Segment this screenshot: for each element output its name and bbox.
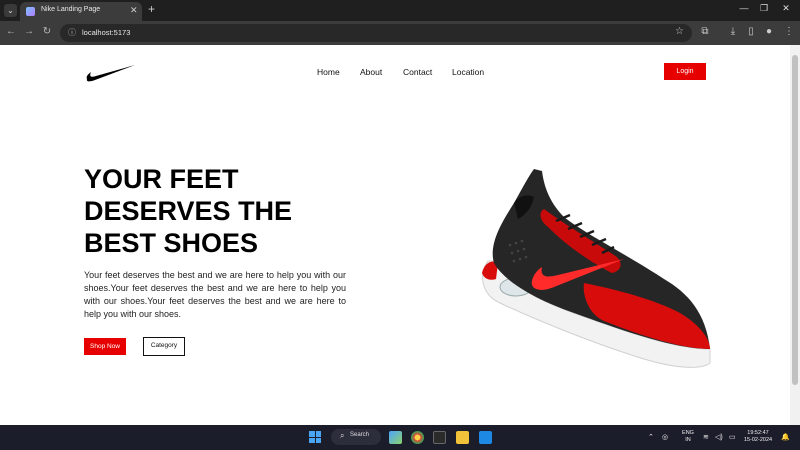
shop-now-button[interactable]: Shop Now (84, 338, 126, 355)
new-tab-icon[interactable]: + (148, 2, 155, 16)
terminal-app-icon[interactable] (433, 431, 446, 444)
browser-tab[interactable]: Nike Landing Page ✕ (20, 2, 142, 21)
widgets-app-icon[interactable] (389, 431, 402, 444)
site-info-icon[interactable]: ⓘ (68, 27, 76, 38)
hero-shoe-image (482, 169, 711, 368)
login-button[interactable]: Login (664, 63, 706, 80)
extensions-icon[interactable]: ⧉ (698, 26, 712, 37)
nike-swoosh-logo-icon[interactable] (86, 63, 136, 83)
maximize-icon[interactable]: ❐ (754, 3, 774, 14)
window-close-icon[interactable]: ✕ (776, 3, 796, 14)
nav-link-contact[interactable]: Contact (403, 67, 432, 77)
browser-toolbar: ← → ↻ ⓘ localhost:5173 ☆ ⧉ ⤓ ▯ ● ⋮ (0, 21, 800, 45)
clock-date: 15-02-2024 (743, 437, 773, 443)
bookmark-star-icon[interactable]: ☆ (675, 26, 684, 37)
file-explorer-app-icon[interactable] (456, 431, 469, 444)
wifi-icon[interactable]: ≋ (703, 433, 709, 441)
browser-menu-icon[interactable]: ⋮ (782, 26, 796, 37)
windows-taskbar: ⌕ Search ⌃ ◎ ENG IN ≋ ◁) ▭ 19:52:47 15-0… (0, 425, 800, 450)
back-icon[interactable]: ← (4, 26, 18, 37)
clock-time: 19:52:47 (747, 430, 769, 436)
taskbar-search-label: Search (350, 432, 370, 438)
hero-title: YOUR FEET DESERVES THE BEST SHOES (84, 164, 293, 258)
download-icon[interactable]: ⤓ (726, 26, 740, 37)
tab-title: Nike Landing Page (41, 6, 101, 13)
tab-search-icon[interactable]: ⌄ (4, 4, 17, 17)
language-code: ENG (682, 430, 694, 436)
profile-avatar-icon[interactable]: ● (762, 26, 776, 37)
nav-link-home[interactable]: Home (317, 67, 340, 77)
side-panel-icon[interactable]: ▯ (744, 26, 758, 37)
address-bar[interactable]: ⓘ localhost:5173 ☆ (60, 24, 692, 42)
nav-link-about[interactable]: About (360, 67, 382, 77)
page-viewport: Home About Contact Location Login YOUR F… (0, 45, 800, 425)
address-url: localhost:5173 (82, 28, 131, 37)
language-region: IN (685, 437, 691, 443)
vscode-app-icon[interactable] (479, 431, 492, 444)
taskbar-search[interactable]: ⌕ Search (331, 429, 381, 445)
search-icon: ⌕ (340, 431, 345, 440)
volume-icon[interactable]: ◁) (715, 433, 723, 441)
clock[interactable]: 19:52:47 15-02-2024 (742, 430, 774, 444)
chrome-app-icon[interactable] (411, 431, 424, 444)
language-indicator[interactable]: ENG IN (679, 430, 697, 444)
vite-favicon-icon (26, 7, 35, 16)
page-scrollbar[interactable] (790, 45, 800, 425)
forward-icon[interactable]: → (22, 26, 36, 37)
notification-bell-icon[interactable]: 🔔 (781, 433, 790, 441)
tab-close-icon[interactable]: ✕ (130, 5, 138, 16)
battery-icon[interactable]: ▭ (729, 433, 736, 441)
tray-overflow-chevron-icon[interactable]: ⌃ (648, 433, 654, 441)
reload-icon[interactable]: ↻ (40, 26, 54, 37)
scrollbar-thumb[interactable] (792, 55, 798, 385)
tray-app-icon[interactable]: ◎ (662, 433, 668, 441)
hero-description: Your feet deserves the best and we are h… (84, 270, 346, 319)
minimize-icon[interactable]: — (734, 3, 754, 13)
browser-tab-strip: ⌄ Nike Landing Page ✕ + — ❐ ✕ (0, 0, 800, 21)
windows-start-icon[interactable] (309, 431, 321, 443)
category-button[interactable]: Category (143, 337, 185, 356)
nav-link-location[interactable]: Location (452, 67, 484, 77)
